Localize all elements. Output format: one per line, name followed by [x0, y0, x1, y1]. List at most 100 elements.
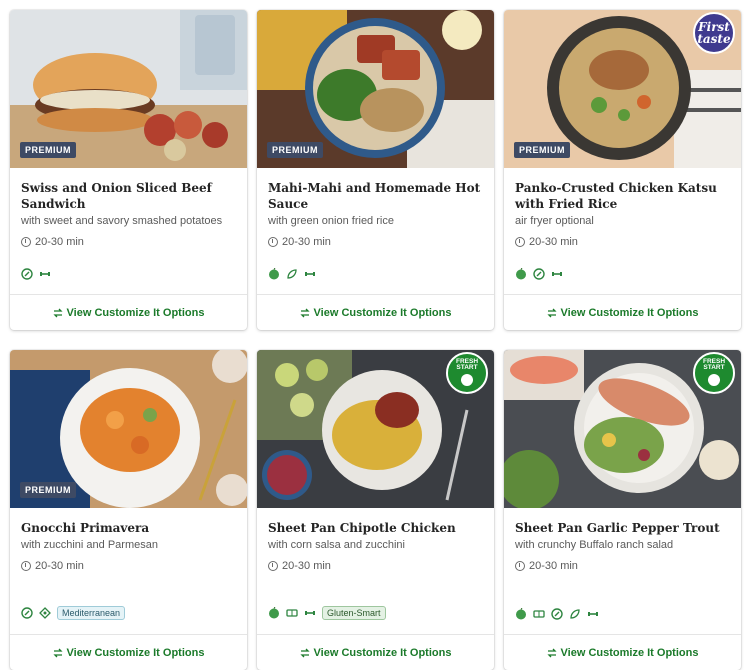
- customize-options-label: View Customize It Options: [313, 646, 452, 659]
- carb-smart-icon: [533, 268, 545, 280]
- cook-time: 20-30 min: [268, 236, 484, 248]
- premium-badge: PREMIUM: [20, 142, 76, 158]
- cook-time-label: 20-30 min: [529, 560, 578, 572]
- swap-icon: [52, 308, 63, 317]
- recipe-photo[interactable]: FRESH START: [257, 350, 494, 508]
- sheet-pan-icon: [533, 610, 545, 618]
- recipe-tags: Gluten-Smart: [268, 606, 386, 620]
- recipe-card[interactable]: FRESH START Sheet Pan Chipotle Chicken w…: [257, 350, 494, 670]
- customize-options-label: View Customize It Options: [66, 306, 205, 319]
- recipe-card[interactable]: PREMIUM Gnocchi Primavera with zucchini …: [10, 350, 247, 670]
- customize-options-label: View Customize It Options: [66, 646, 205, 659]
- calorie-smart-icon: [516, 608, 526, 620]
- cook-time-label: 20-30 min: [35, 560, 84, 572]
- apple-icon: [708, 373, 720, 386]
- recipe-tags: [515, 608, 599, 620]
- carb-smart-icon: [21, 268, 33, 280]
- recipe-subtitle: with green onion fried rice: [268, 215, 394, 227]
- recipe-info: Sheet Pan Chipotle Chicken with corn sal…: [257, 508, 494, 634]
- clock-icon: [515, 237, 525, 247]
- recipe-title[interactable]: Sheet Pan Garlic Pepper Trout: [515, 520, 731, 536]
- customize-options-link[interactable]: View Customize It Options: [257, 634, 494, 670]
- protein-icon: [588, 612, 598, 616]
- recipe-tags: [268, 268, 316, 280]
- veggie-icon: [39, 607, 51, 619]
- recipe-info: Sheet Pan Garlic Pepper Trout with crunc…: [504, 508, 741, 634]
- recipe-title[interactable]: Swiss and Onion Sliced Beef Sandwich: [21, 180, 237, 212]
- carb-smart-icon: [551, 608, 563, 620]
- cook-time: 20-30 min: [268, 560, 484, 572]
- premium-badge: PREMIUM: [20, 482, 76, 498]
- apple-icon: [461, 373, 473, 386]
- recipe-info: Panko-Crusted Chicken Katsu with Fried R…: [504, 168, 741, 294]
- cook-time: 20-30 min: [515, 560, 731, 572]
- recipe-card[interactable]: FRESH START Sheet Pan Garlic Pepper Trou…: [504, 350, 741, 670]
- customize-options-link[interactable]: View Customize It Options: [504, 294, 741, 330]
- recipe-title[interactable]: Gnocchi Primavera: [21, 520, 237, 536]
- customize-options-label: View Customize It Options: [560, 646, 699, 659]
- premium-badge: PREMIUM: [267, 142, 323, 158]
- recipe-grid: PREMIUM Swiss and Onion Sliced Beef Sand…: [10, 10, 741, 670]
- clock-icon: [21, 237, 31, 247]
- customize-options-label: View Customize It Options: [313, 306, 452, 319]
- recipe-photo[interactable]: PREMIUM: [10, 350, 247, 508]
- recipe-title[interactable]: Panko-Crusted Chicken Katsu with Fried R…: [515, 180, 731, 212]
- recipe-card[interactable]: PREMIUM Mahi-Mahi and Homemade Hot Sauce…: [257, 10, 494, 330]
- recipe-subtitle: air fryer optional: [515, 215, 594, 227]
- swap-icon: [299, 648, 310, 657]
- recipe-subtitle: with zucchini and Parmesan: [21, 539, 158, 551]
- cook-time: 20-30 min: [21, 236, 237, 248]
- clock-icon: [268, 561, 278, 571]
- calorie-smart-icon: [269, 268, 279, 280]
- recipe-title[interactable]: Sheet Pan Chipotle Chicken: [268, 520, 484, 536]
- customize-options-link[interactable]: View Customize It Options: [10, 294, 247, 330]
- fiber-icon: [570, 609, 580, 619]
- first-taste-badge: First taste: [693, 12, 735, 54]
- protein-icon: [305, 272, 315, 276]
- calorie-smart-icon: [516, 268, 526, 280]
- recipe-photo[interactable]: PREMIUM First taste: [504, 10, 741, 168]
- fresh-start-label: FRESH START: [702, 357, 726, 371]
- customize-options-link[interactable]: View Customize It Options: [257, 294, 494, 330]
- protein-icon: [552, 272, 562, 276]
- recipe-photo[interactable]: FRESH START: [504, 350, 741, 508]
- recipe-tags: Mediterranean: [21, 606, 126, 620]
- clock-icon: [21, 561, 31, 571]
- cook-time: 20-30 min: [21, 560, 237, 572]
- cuisine-tag: Mediterranean: [57, 606, 126, 620]
- swap-icon: [299, 308, 310, 317]
- diet-tag: Gluten-Smart: [322, 606, 386, 620]
- recipe-title[interactable]: Mahi-Mahi and Homemade Hot Sauce: [268, 180, 484, 212]
- swap-icon: [546, 308, 557, 317]
- recipe-photo[interactable]: PREMIUM: [10, 10, 247, 168]
- cook-time-label: 20-30 min: [529, 236, 578, 248]
- cook-time-label: 20-30 min: [35, 236, 84, 248]
- customize-options-link[interactable]: View Customize It Options: [504, 634, 741, 670]
- protein-icon: [40, 272, 50, 276]
- recipe-photo[interactable]: PREMIUM: [257, 10, 494, 168]
- fresh-start-badge: FRESH START: [446, 352, 488, 394]
- sheet-pan-icon: [286, 609, 298, 617]
- premium-badge: PREMIUM: [514, 142, 570, 158]
- recipe-subtitle: with sweet and savory smashed potatoes: [21, 215, 223, 227]
- recipe-card[interactable]: PREMIUM First taste Panko-Crusted Chicke…: [504, 10, 741, 330]
- carb-smart-icon: [21, 607, 33, 619]
- fiber-icon: [287, 269, 297, 279]
- cook-time-label: 20-30 min: [282, 236, 331, 248]
- fresh-start-label: FRESH START: [455, 357, 479, 371]
- recipe-tags: [21, 268, 51, 280]
- recipe-subtitle: with corn salsa and zucchini: [268, 539, 405, 551]
- customize-options-link[interactable]: View Customize It Options: [10, 634, 247, 670]
- swap-icon: [546, 648, 557, 657]
- protein-icon: [305, 611, 315, 615]
- recipe-info: Swiss and Onion Sliced Beef Sandwich wit…: [10, 168, 247, 294]
- cook-time-label: 20-30 min: [282, 560, 331, 572]
- recipe-info: Mahi-Mahi and Homemade Hot Sauce with gr…: [257, 168, 494, 294]
- recipe-subtitle: with crunchy Buffalo ranch salad: [515, 539, 674, 551]
- clock-icon: [268, 237, 278, 247]
- recipe-tags: [515, 268, 563, 280]
- customize-options-label: View Customize It Options: [560, 306, 699, 319]
- calorie-smart-icon: [269, 607, 279, 619]
- recipe-card[interactable]: PREMIUM Swiss and Onion Sliced Beef Sand…: [10, 10, 247, 330]
- recipe-info: Gnocchi Primavera with zucchini and Parm…: [10, 508, 247, 634]
